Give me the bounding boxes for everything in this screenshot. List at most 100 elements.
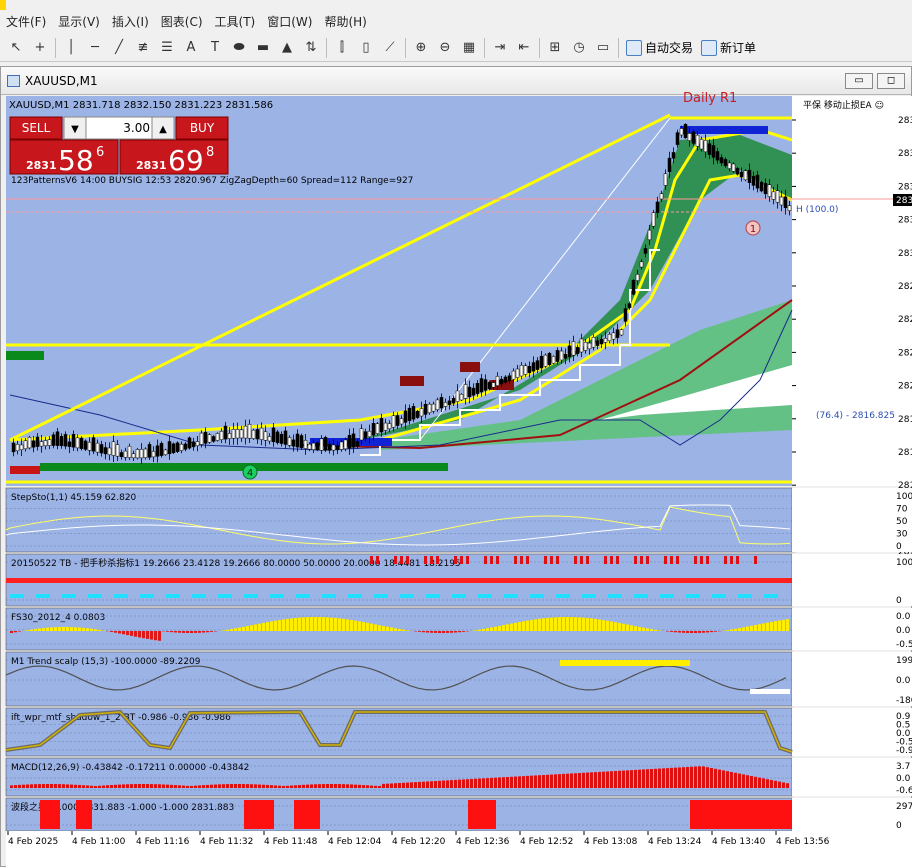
candle-body: [15, 444, 20, 452]
price-tick-label: 282: [898, 382, 912, 392]
macd-histogram-bar: [542, 775, 545, 788]
candle-body: [691, 131, 696, 144]
candle-body: [551, 356, 556, 364]
tb-signal-bar: [460, 556, 463, 564]
fs30-histogram-bar: [610, 621, 613, 631]
macd-histogram-bar: [422, 781, 425, 788]
macd-histogram-bar: [186, 785, 189, 788]
candle-body: [675, 132, 680, 145]
fs30-histogram-bar: [346, 619, 349, 631]
macd-histogram-bar: [378, 785, 381, 788]
fs30-histogram-bar: [66, 627, 69, 631]
price-tick-label: 282: [898, 348, 912, 358]
fs30-histogram-bar: [154, 631, 157, 641]
fs30-histogram-bar: [574, 617, 577, 631]
macd-histogram-bar: [742, 774, 745, 788]
tb-signal-bar: [604, 556, 607, 564]
candle-body: [415, 410, 420, 418]
macd-histogram-bar: [90, 785, 93, 788]
candle-body: [23, 440, 28, 450]
indicator-tick-label: 199: [896, 656, 912, 666]
fs30-histogram-bar: [322, 617, 325, 631]
candle-body: [359, 428, 364, 441]
macd-histogram-bar: [326, 784, 329, 788]
fs30-histogram-bar: [510, 623, 513, 631]
candle-body: [723, 159, 728, 167]
macd-histogram-bar: [734, 772, 737, 788]
fs30-histogram-bar: [762, 623, 765, 631]
tb-signal-bar: [706, 556, 709, 564]
fs30-histogram-bar: [70, 627, 73, 631]
indicator-title: M1 Trend scalp (15,3) -100.0000 -89.2209: [11, 657, 201, 667]
macd-histogram-bar: [294, 785, 297, 788]
candle-body: [611, 332, 616, 340]
macd-histogram-bar: [70, 784, 73, 788]
candle-body: [787, 205, 792, 211]
tb-signal-bar: [670, 556, 673, 564]
candle-body: [447, 400, 452, 406]
fs30-histogram-bar: [558, 617, 561, 631]
fs30-histogram-bar: [766, 622, 769, 631]
candle-body: [759, 181, 764, 192]
sell-price-sup: 6: [96, 145, 104, 160]
candle-body: [323, 437, 328, 451]
sell-price-prefix: 2831: [26, 159, 57, 172]
fs30-histogram-bar: [306, 617, 309, 631]
macd-histogram-bar: [478, 778, 481, 788]
fs30-histogram-bar: [370, 623, 373, 631]
fs30-histogram-bar: [626, 624, 629, 631]
fs30-histogram-bar: [570, 617, 573, 631]
tb-cyan-dash: [322, 594, 336, 598]
tb-signal-bar: [580, 556, 583, 564]
indicator-tick-label: 0.0: [896, 676, 911, 686]
macd-histogram-bar: [550, 774, 553, 788]
tb-signal-bar: [454, 556, 457, 564]
candle-body: [183, 443, 188, 450]
macd-histogram-bar: [702, 766, 705, 788]
fs30-histogram-bar: [338, 618, 341, 631]
fs30-histogram-bar: [206, 631, 209, 633]
macd-histogram-bar: [10, 785, 13, 788]
candle-body: [631, 279, 636, 295]
tb-signal-bar: [526, 556, 529, 564]
candle-body: [311, 442, 316, 450]
fs30-histogram-bar: [634, 626, 637, 631]
macd-histogram-bar: [726, 771, 729, 788]
wave-star-red-block: [468, 800, 496, 829]
macd-histogram-bar: [270, 785, 273, 788]
fs30-histogram-bar: [682, 631, 685, 633]
macd-histogram-bar: [502, 777, 505, 788]
fs30-histogram-bar: [166, 631, 169, 632]
candle-body: [535, 360, 540, 370]
fs30-histogram-bar: [622, 623, 625, 631]
fs30-histogram-bar: [394, 628, 397, 631]
candle-body: [239, 429, 244, 439]
macd-histogram-bar: [94, 785, 97, 788]
fs30-histogram-bar: [274, 620, 277, 631]
macd-histogram-bar: [646, 769, 649, 788]
fs30-histogram-bar: [34, 628, 37, 631]
chart-canvas[interactable]: 1 4 XAUUSD,M1 2831.718 2832.150 2831.223…: [0, 0, 912, 867]
wave-star-red-block: [244, 800, 274, 829]
indicator-tick-label: 0: [896, 542, 902, 552]
candle-body: [391, 415, 396, 428]
indicator-panels: StepSto(1,1) 45.159 62.820 100 70 50 30 0 2015…: [5, 487, 912, 832]
macd-histogram-bar: [310, 784, 313, 788]
candle-body: [495, 376, 500, 386]
tb-cyan-dash: [166, 594, 180, 598]
fs30-histogram-bar: [782, 619, 785, 631]
macd-histogram-bar: [266, 784, 269, 788]
terminal-app: 文件(F) 显示(V) 插入(I) 图表(C) 工具(T) 窗口(W) 帮助(H…: [0, 0, 912, 867]
macd-histogram-bar: [390, 783, 393, 788]
macd-histogram-bar: [774, 780, 777, 788]
macd-histogram-bar: [718, 769, 721, 788]
candle-body: [159, 443, 164, 456]
tb-signal-bar: [436, 556, 439, 564]
candle-body: [775, 190, 780, 203]
fs30-histogram-bar: [198, 631, 201, 633]
candle-body: [763, 183, 768, 195]
candle-body: [363, 431, 368, 439]
candle-body: [439, 397, 444, 409]
candle-body: [527, 365, 532, 374]
indicator-tick-label: 0: [896, 596, 902, 606]
